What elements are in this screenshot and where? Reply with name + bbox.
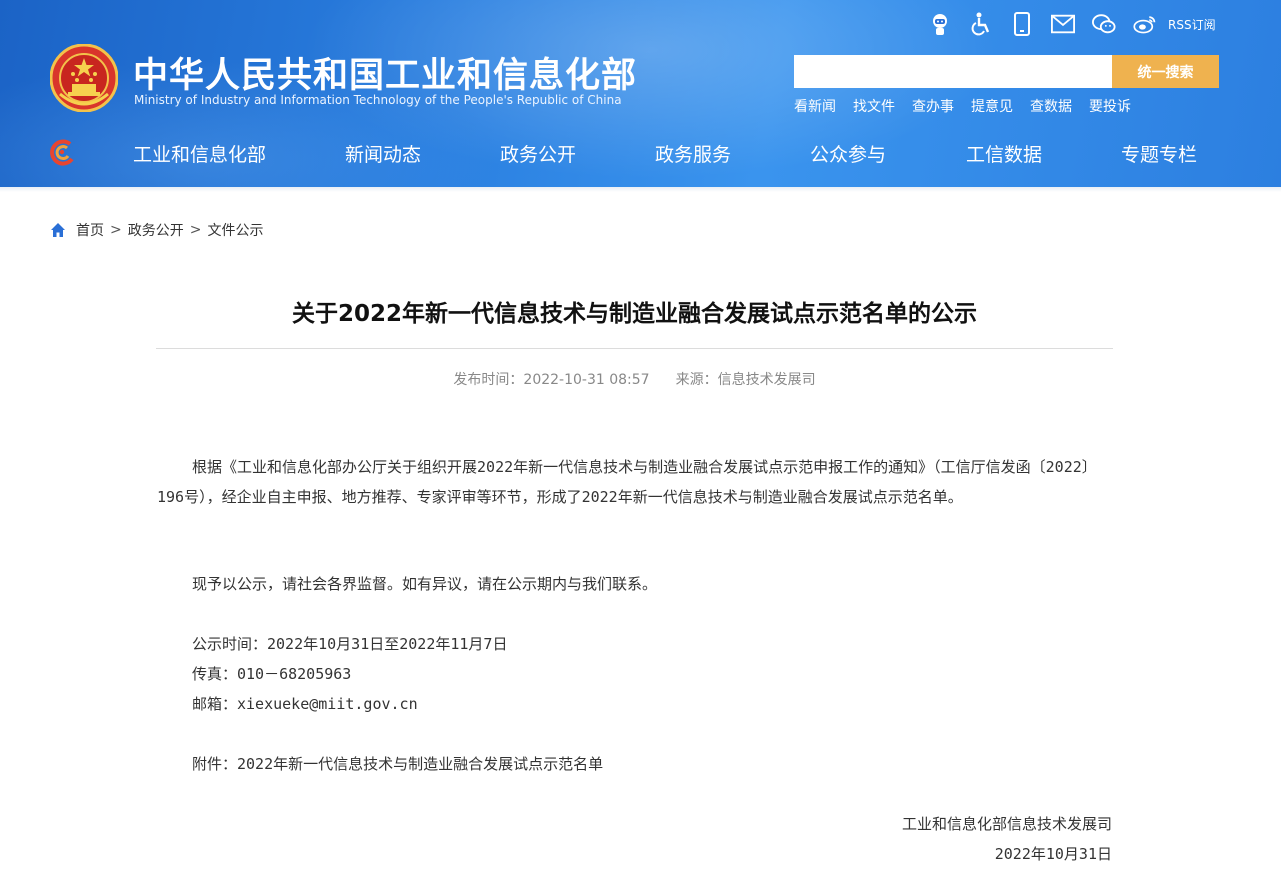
title-divider [156,348,1113,349]
quick-link-services[interactable]: 查办事 [912,96,954,116]
notice-period: 公示时间：2022年10月31日至2022年11月7日 [192,635,508,653]
quick-link-news[interactable]: 看新闻 [794,96,836,116]
quick-link-complaints[interactable]: 要投诉 [1089,96,1131,116]
source-label: 来源： [675,372,718,388]
nav-item-ministry[interactable]: 工业和信息化部 [133,140,266,167]
wechat-icon[interactable] [1092,12,1116,36]
breadcrumb-document-notice[interactable]: 文件公示 [207,220,263,240]
search-input[interactable] [794,55,1112,88]
unified-search-button[interactable]: 统一搜索 [1112,55,1219,88]
breadcrumb-government-affairs[interactable]: 政务公开 [128,220,184,240]
accessibility-icon[interactable] [969,12,993,36]
top-icon-bar: RSS订阅 [928,10,1216,38]
nav-item-special-topics[interactable]: 专题专栏 [1121,140,1197,167]
nav-item-public-participation[interactable]: 公众参与 [810,140,886,167]
signature-organization: 工业和信息化部信息技术发展司 [901,815,1112,833]
rss-subscribe-link[interactable]: RSS订阅 [1168,16,1216,33]
quick-link-documents[interactable]: 找文件 [853,96,895,116]
robot-assistant-icon[interactable] [928,12,952,36]
site-subtitle: Ministry of Industry and Information Tec… [134,93,622,107]
source: 信息技术发展司 [717,372,816,388]
nav-item-government-affairs[interactable]: 政务公开 [500,140,576,167]
breadcrumb: 首页 > 政务公开 > 文件公示 [50,220,263,240]
fax-number: 传真：010－68205963 [192,665,352,683]
nav-item-data[interactable]: 工信数据 [966,140,1042,167]
site-header: 中华人民共和国工业和信息化部 Ministry of Industry and … [0,0,1281,187]
quick-link-suggestions[interactable]: 提意见 [971,96,1013,116]
article-paragraph: 根据《工业和信息化部办公厅关于组织开展2022年新一代信息技术与制造业融合发展试… [157,458,1097,506]
weibo-icon[interactable] [1133,12,1157,36]
signature-date: 2022年10月31日 [994,845,1112,863]
nav-item-services[interactable]: 政务服务 [655,140,731,167]
article-meta: 发布时间：2022-10-31 08:57 来源：信息技术发展司 [156,369,1113,389]
breadcrumb-home[interactable]: 首页 [76,220,104,240]
article-paragraph: 现予以公示，请社会各界监督。如有异议，请在公示期内与我们联系。 [192,575,658,593]
main-nav: 工业和信息化部 新闻动态 政务公开 政务服务 公众参与 工信数据 专题专栏 [0,140,1281,166]
quick-link-data[interactable]: 查数据 [1030,96,1072,116]
nav-item-news[interactable]: 新闻动态 [345,140,421,167]
mail-icon[interactable] [1051,12,1075,36]
quick-links: 看新闻 找文件 查办事 提意见 查数据 要投诉 [794,96,1148,116]
breadcrumb-separator: > [189,222,202,238]
article-title: 关于2022年新一代信息技术与制造业融合发展试点示范名单的公示 [291,301,977,327]
breadcrumb-separator: > [110,222,122,238]
header-shadow [0,187,1281,192]
attachment-link[interactable]: 附件：2022年新一代信息技术与制造业融合发展试点示范名单 [192,753,603,774]
email-address[interactable]: 邮箱：xiexueke@miit.gov.cn [192,693,418,714]
publish-time: 2022-10-31 08:57 [523,372,650,388]
mobile-icon[interactable] [1010,12,1034,36]
home-icon[interactable] [50,222,66,238]
site-title[interactable]: 中华人民共和国工业和信息化部 [133,47,637,98]
national-emblem-icon[interactable] [50,44,118,112]
publish-time-label: 发布时间： [453,372,524,388]
